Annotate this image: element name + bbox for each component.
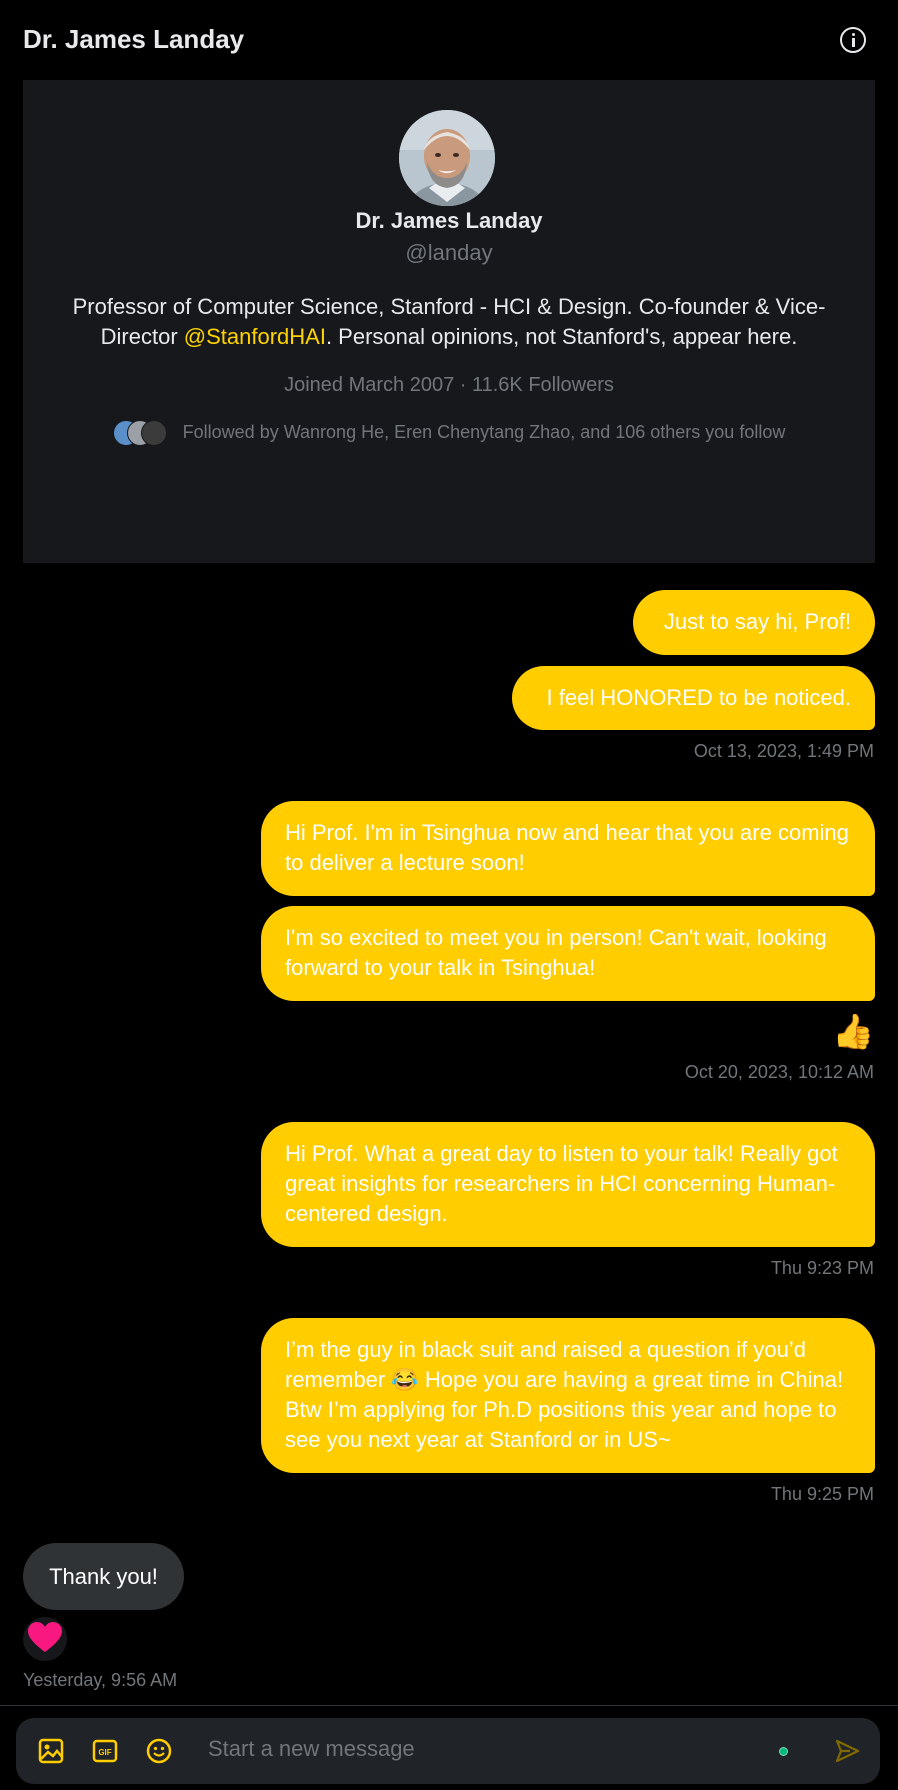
heart-icon <box>28 1622 62 1652</box>
message-text: I’m the guy in black suit and raised a q… <box>285 1337 844 1452</box>
send-icon[interactable] <box>834 1738 860 1764</box>
message-bubble[interactable]: Just to say hi, Prof! <box>633 590 875 655</box>
emoji-icon[interactable] <box>146 1738 172 1764</box>
message-input[interactable]: Start a new message <box>208 1736 415 1762</box>
info-icon[interactable] <box>840 27 866 53</box>
joined-followers: Joined March 2007 · 11.6K Followers <box>284 374 614 396</box>
timestamp: Yesterday, 9:56 AM <box>23 1670 178 1690</box>
profile-card[interactable]: Dr. James Landay @landay Professor of Co… <box>23 80 875 563</box>
timestamp: Oct 13, 2023, 1:49 PM <box>693 741 874 761</box>
message-bubble[interactable]: I'm so excited to meet you in person! Ca… <box>261 906 875 1001</box>
timestamp: Thu 9:23 PM <box>770 1258 874 1278</box>
mention-link[interactable]: @StanfordHAI <box>184 324 326 349</box>
follower-avatars <box>112 418 169 446</box>
profile-handle[interactable]: @landay <box>23 240 875 266</box>
conversation-title: Dr. James Landay <box>23 24 245 54</box>
message-composer: GIF Start a new message <box>16 1718 880 1784</box>
profile-bio: Professor of Computer Science, Stanford … <box>43 292 855 352</box>
message-bubble[interactable]: Hi Prof. I'm in Tsinghua now and hear th… <box>261 801 875 896</box>
divider <box>0 1705 898 1706</box>
followed-by[interactable]: Followed by Wanrong He, Eren Chenytang Z… <box>23 418 875 446</box>
svg-text:GIF: GIF <box>98 1748 111 1757</box>
message-bubble[interactable]: I’m the guy in black suit and raised a q… <box>261 1318 875 1473</box>
message-text: Hi Prof. I'm in Tsinghua now and hear th… <box>285 820 849 875</box>
message-text: Just to say hi, Prof! <box>663 609 851 634</box>
message-text: I'm so excited to meet you in person! Ca… <box>285 925 827 980</box>
heart-reaction[interactable] <box>23 1617 67 1661</box>
avatar[interactable] <box>399 110 495 206</box>
incoming-message-bubble[interactable]: Thank you! <box>23 1543 184 1610</box>
timestamp: Thu 9:25 PM <box>770 1484 874 1504</box>
message-text: Hi Prof. What a great day to listen to y… <box>285 1141 838 1226</box>
message-bubble[interactable]: Hi Prof. What a great day to listen to y… <box>261 1122 875 1247</box>
profile-name[interactable]: Dr. James Landay <box>23 208 875 234</box>
avatar <box>140 420 167 446</box>
message-bubble[interactable]: I feel HONORED to be noticed. <box>512 666 875 730</box>
message-text: Thank you! <box>49 1564 158 1589</box>
bio-text-end: . Personal opinions, not Stanford's, app… <box>325 324 798 349</box>
gif-icon[interactable]: GIF <box>92 1738 118 1764</box>
thumbs-up-reaction[interactable]: 👍 <box>832 1012 874 1052</box>
message-text: I feel HONORED to be noticed. <box>546 685 851 710</box>
followed-by-text: Followed by Wanrong He, Eren Chenytang Z… <box>182 421 786 442</box>
status-indicator <box>779 1747 788 1756</box>
image-icon[interactable] <box>38 1738 64 1764</box>
conversation-header: Dr. James Landay <box>0 0 898 80</box>
timestamp: Oct 20, 2023, 10:12 AM <box>684 1062 874 1082</box>
